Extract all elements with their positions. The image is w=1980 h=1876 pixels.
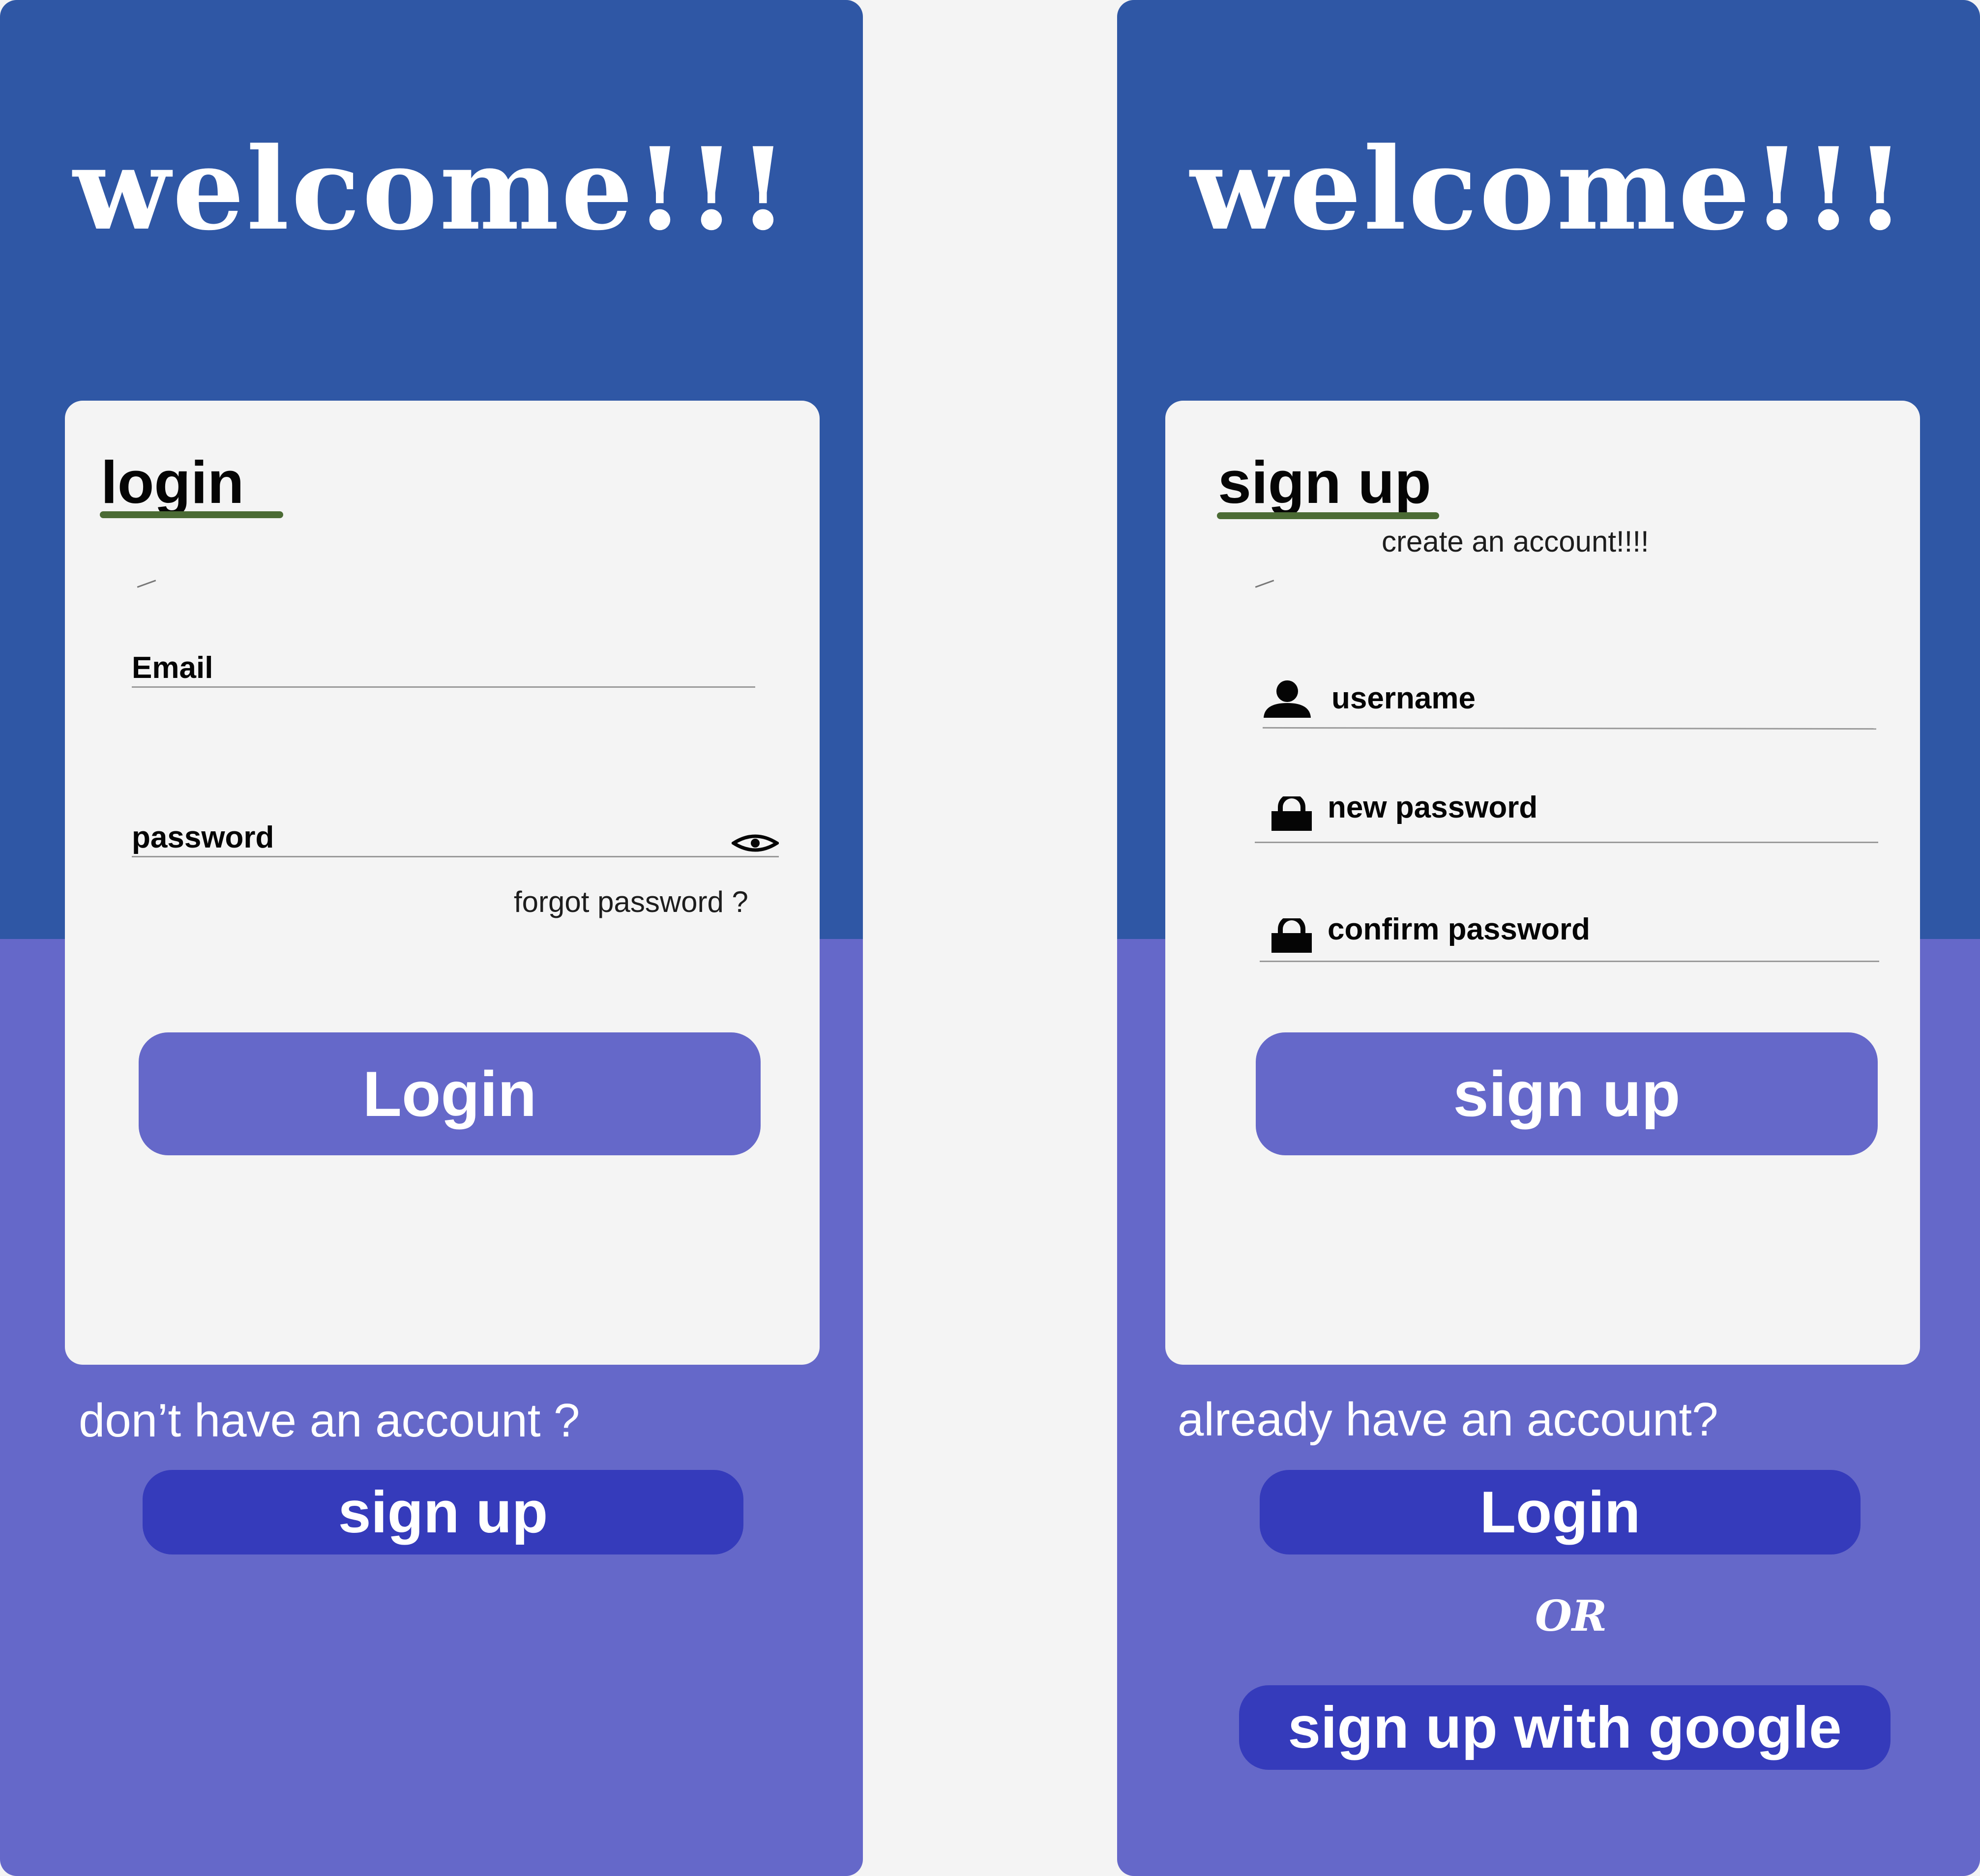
confirm-password-field[interactable]: confirm password <box>1260 909 1880 965</box>
signup-submit-button[interactable]: sign up <box>1256 1032 1878 1155</box>
password-field[interactable]: password <box>132 819 781 858</box>
title-underline <box>100 511 283 518</box>
have-account-prompt: already have an account? <box>1178 1393 1718 1446</box>
username-underline <box>1262 727 1877 730</box>
new-password-field[interactable]: new password <box>1255 787 1879 846</box>
welcome-heading: welcome!!! <box>1190 123 1907 256</box>
forgot-password-link[interactable]: forgot password ? <box>514 887 748 917</box>
signup-title: sign up <box>1218 449 1431 516</box>
confirm-password-underline <box>1260 961 1879 962</box>
lock-icon <box>1270 793 1314 831</box>
title-underline <box>1217 512 1439 519</box>
google-signup-button[interactable]: sign up with google <box>1239 1685 1891 1770</box>
email-label: Email <box>132 651 213 685</box>
welcome-heading: welcome!!! <box>73 123 790 256</box>
login-card <box>65 401 820 1365</box>
username-field[interactable]: username <box>1262 674 1877 731</box>
login-panel: welcome!!! login Email password forgot p… <box>0 0 863 1876</box>
confirm-password-label: confirm password <box>1328 912 1590 946</box>
login-button[interactable]: Login <box>1260 1470 1861 1554</box>
lock-icon <box>1270 915 1314 953</box>
new-password-label: new password <box>1328 791 1538 824</box>
no-account-prompt: don’t have an account ? <box>79 1394 580 1447</box>
signup-subtitle: create an account!!!! <box>1382 525 1649 558</box>
or-divider: OR <box>1535 1591 1607 1641</box>
email-field[interactable]: Email <box>132 649 756 688</box>
eye-icon[interactable] <box>730 833 780 853</box>
login-title: login <box>101 449 244 516</box>
username-label: username <box>1331 681 1476 715</box>
new-password-underline <box>1255 842 1878 843</box>
password-label: password <box>132 821 274 854</box>
password-underline <box>132 856 779 857</box>
signup-panel: welcome!!! sign up create an account!!!!… <box>1117 0 1980 1876</box>
signup-button[interactable]: sign up <box>143 1470 743 1554</box>
email-underline <box>132 686 755 688</box>
login-button[interactable]: Login <box>139 1032 761 1155</box>
user-icon <box>1263 679 1312 719</box>
